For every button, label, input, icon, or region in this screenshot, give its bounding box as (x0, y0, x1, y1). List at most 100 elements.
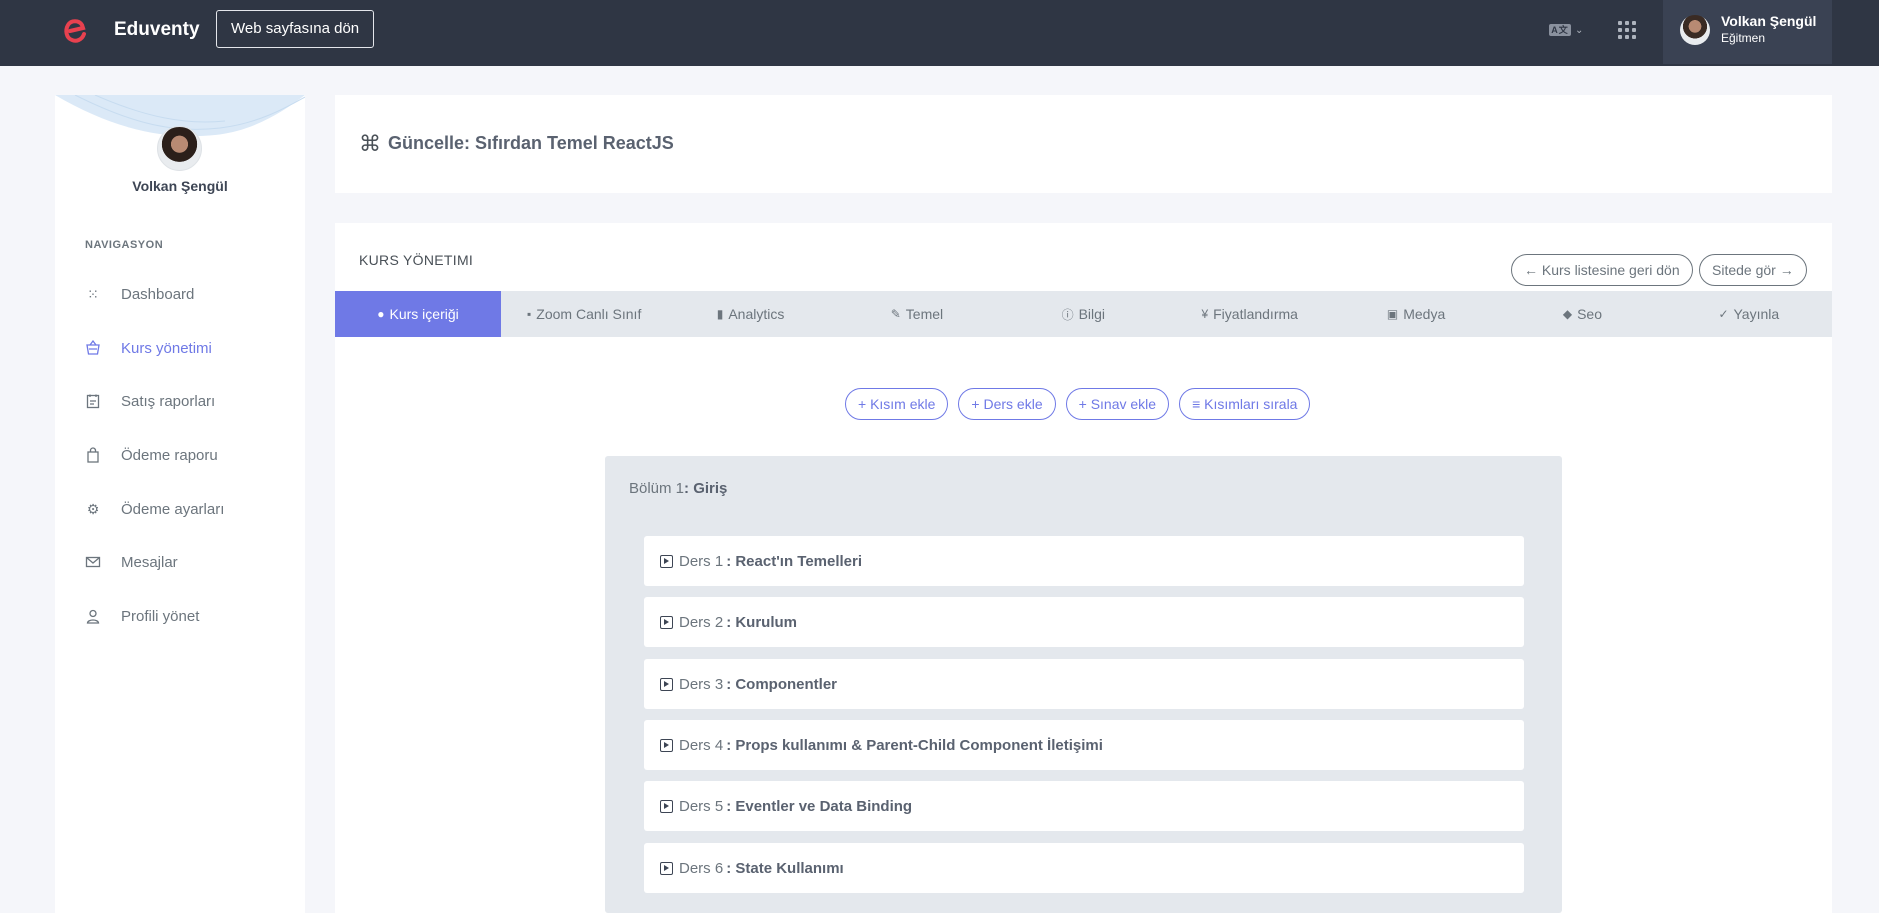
sidebar-item-payment-report[interactable]: Ödeme raporu (85, 443, 218, 467)
sidebar: Volkan Şengül NAVIGASYON ⁙ Dashboard Kur… (55, 95, 305, 913)
lesson-name: : Componentler (726, 675, 838, 693)
sidebar-item-sales-reports[interactable]: Satış raporları (85, 389, 215, 413)
sidebar-item-course-management[interactable]: Kurs yönetimi (85, 336, 212, 360)
section-prefix: Bölüm 1 (629, 480, 685, 497)
tab-label: Kurs içeriği (389, 306, 459, 322)
page-title: Güncelle: Sıfırdan Temel ReactJS (388, 133, 674, 153)
tab-label: Yayınla (1733, 306, 1780, 322)
sidebar-item-messages[interactable]: Mesajlar (85, 550, 178, 574)
sidebar-item-label: Ödeme ayarları (121, 500, 225, 518)
sidebar-item-label: Dashboard (121, 285, 195, 303)
add-quiz-button[interactable]: + Sınav ekle (1065, 388, 1170, 420)
command-icon: ⌘ (359, 131, 381, 156)
tab-info[interactable]: ⓘ Bilgi (1000, 291, 1166, 337)
tab-label: Bilgi (1078, 306, 1106, 322)
tab-publish[interactable]: ✓ Yayınla (1666, 291, 1832, 337)
sidebar-item-payment-settings[interactable]: ⚙ Ödeme ayarları (85, 497, 225, 521)
lesson-item[interactable]: Ders 1 : React'ın Temelleri (644, 536, 1524, 586)
add-lesson-button[interactable]: + Ders ekle (958, 388, 1056, 420)
tab-zoom-live-class[interactable]: ▪ Zoom Canlı Sınıf (501, 291, 667, 337)
sidebar-item-label: Satış raporları (121, 392, 216, 410)
language-switcher[interactable]: A文 ⌄ (1549, 21, 1589, 39)
course-section: Bölüm 1: Giriş Ders 1 : React'ın Temelle… (605, 456, 1562, 913)
back-to-course-list-button[interactable]: ← Kurs listesine geri dön (1511, 254, 1693, 286)
media-icon: ▣ (1386, 307, 1399, 321)
lesson-prefix: Ders 6 (679, 859, 724, 877)
sidebar-item-label: Kurs yönetimi (121, 339, 212, 357)
tab-label: Seo (1577, 306, 1603, 322)
play-icon (660, 554, 673, 568)
play-icon (660, 799, 673, 813)
user-icon (85, 608, 101, 624)
view-on-site-button[interactable]: Sitede gör → (1699, 254, 1807, 286)
eduventy-logo-icon[interactable] (62, 14, 88, 46)
clipboard-icon (85, 393, 101, 409)
sidebar-item-label: Mesajlar (121, 553, 178, 571)
sidebar-item-label: Ödeme raporu (121, 446, 218, 464)
tab-seo[interactable]: ◆ Seo (1499, 291, 1665, 337)
brand-name[interactable]: Eduventy (114, 19, 200, 41)
tag-icon: ◆ (1562, 307, 1573, 321)
mail-icon (85, 554, 101, 570)
section-heading: Bölüm 1: Giriş (629, 480, 727, 497)
chevron-down-icon: ⌄ (1575, 24, 1584, 36)
grid-dots-icon: ⁙ (87, 285, 99, 302)
course-tabs: ● Kurs içeriği ▪ Zoom Canlı Sınıf ▮ Anal… (335, 291, 1832, 337)
lesson-prefix: Ders 2 (679, 613, 724, 631)
sort-sections-button[interactable]: ≡ Kısımları sırala (1179, 388, 1311, 420)
pencil-icon: ✎ (890, 307, 901, 321)
lesson-prefix: Ders 5 (679, 797, 724, 815)
tab-label: Temel (905, 306, 944, 322)
add-section-button[interactable]: + Kısım ekle (845, 388, 949, 420)
page-header-card: ⌘ Güncelle: Sıfırdan Temel ReactJS (335, 95, 1832, 193)
play-icon (660, 738, 673, 752)
lesson-item[interactable]: Ders 5 : Eventler ve Data Binding (644, 781, 1524, 831)
basket-icon (85, 340, 101, 356)
sidebar-item-manage-profile[interactable]: Profili yönet (85, 604, 199, 628)
tab-basic[interactable]: ✎ Temel (834, 291, 1000, 337)
lesson-prefix: Ders 3 (679, 675, 724, 693)
avatar (1680, 15, 1710, 45)
content-actions: + Kısım ekle + Ders ekle + Sınav ekle ≡ … (845, 388, 1311, 420)
lesson-prefix: Ders 4 (679, 736, 724, 754)
lesson-name: : Props kullanımı & Parent-Child Compone… (726, 736, 1103, 754)
lesson-name: : React'ın Temelleri (726, 552, 863, 570)
bag-icon (85, 447, 101, 463)
tab-label: Medya (1403, 306, 1446, 322)
tab-label: Fiyatlandırma (1213, 306, 1298, 322)
user-role: Eğitmen (1721, 31, 1766, 45)
sidebar-item-dashboard[interactable]: ⁙ Dashboard (85, 282, 194, 306)
tab-pricing[interactable]: ¥ Fiyatlandırma (1167, 291, 1333, 337)
lesson-item[interactable]: Ders 6 : State Kullanımı (644, 843, 1524, 893)
lesson-name: : State Kullanımı (726, 859, 844, 877)
user-menu[interactable]: Volkan Şengül Eğitmen (1663, 0, 1832, 64)
tab-label: Analytics (728, 306, 785, 322)
video-icon: ▪ (527, 307, 532, 321)
sidebar-item-label: Profili yönet (121, 607, 200, 625)
tab-media[interactable]: ▣ Medya (1333, 291, 1499, 337)
nav-section-title: NAVIGASYON (85, 239, 164, 251)
lesson-prefix: Ders 1 (679, 552, 724, 570)
apps-grid-icon[interactable] (1618, 21, 1636, 39)
info-circle-icon: ● (377, 307, 385, 321)
section-name: : Giriş (684, 480, 728, 497)
lesson-name: : Eventler ve Data Binding (726, 797, 913, 815)
profile-name: Volkan Şengül (132, 178, 228, 194)
check-circle-icon: ✓ (1718, 307, 1729, 321)
tab-label: Zoom Canlı Sınıf (536, 306, 642, 322)
user-name: Volkan Şengül (1721, 13, 1817, 29)
course-management-card: KURS YÖNETIMI ← Kurs listesine geri dön … (335, 223, 1832, 913)
tab-course-content[interactable]: ● Kurs içeriği (335, 291, 501, 337)
avatar[interactable] (157, 126, 202, 171)
play-icon (660, 677, 673, 691)
section-title: KURS YÖNETIMI (359, 252, 474, 268)
play-icon (660, 861, 673, 875)
bar-chart-icon: ▮ (716, 307, 724, 321)
tab-analytics[interactable]: ▮ Analytics (667, 291, 833, 337)
lesson-item[interactable]: Ders 3 : Componentler (644, 659, 1524, 709)
play-icon (660, 615, 673, 629)
yen-icon: ¥ (1201, 307, 1209, 321)
lesson-item[interactable]: Ders 2 : Kurulum (644, 597, 1524, 647)
lesson-item[interactable]: Ders 4 : Props kullanımı & Parent-Child … (644, 720, 1524, 770)
back-to-web-button[interactable]: Web sayfasına dön (216, 10, 375, 48)
